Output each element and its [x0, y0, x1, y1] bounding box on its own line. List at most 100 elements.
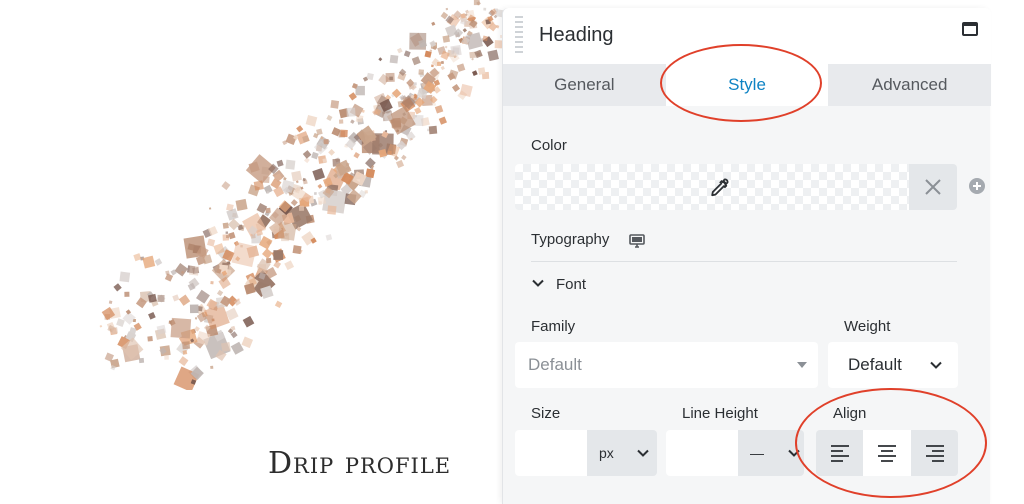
- particle: [221, 342, 231, 352]
- particle: [330, 99, 340, 109]
- particle: [235, 198, 248, 211]
- particle: [322, 158, 328, 163]
- heading-caption[interactable]: Drip profile: [268, 446, 451, 481]
- plus-icon[interactable]: [969, 178, 985, 194]
- particle: [262, 176, 270, 184]
- font-weight-value: Default: [848, 355, 902, 374]
- clear-color-button[interactable]: [909, 164, 957, 210]
- particle: [325, 234, 333, 241]
- particle: [178, 294, 191, 306]
- size-label: Size: [531, 405, 561, 422]
- particle: [178, 356, 189, 367]
- monitor-icon[interactable]: [629, 234, 645, 248]
- particle: [323, 139, 329, 145]
- color-picker-field[interactable]: [515, 164, 909, 210]
- window-icon[interactable]: [962, 22, 978, 36]
- particle: [473, 0, 480, 6]
- particle: [189, 304, 199, 314]
- particle: [340, 129, 348, 138]
- particle: [305, 114, 318, 127]
- particle: [113, 283, 122, 292]
- tab-style[interactable]: Style: [665, 64, 829, 106]
- particle: [108, 300, 113, 305]
- particle: [182, 341, 191, 350]
- particle: [274, 300, 283, 309]
- particle: [471, 57, 475, 61]
- particle: [414, 115, 418, 118]
- particle: [164, 355, 169, 360]
- particle: [111, 327, 119, 335]
- particle: [296, 125, 304, 133]
- particle: [365, 168, 376, 179]
- font-section-label[interactable]: Font: [556, 276, 586, 293]
- align-left-button[interactable]: [816, 430, 864, 476]
- particle: [165, 270, 170, 275]
- particle: [216, 289, 224, 297]
- line-height-input[interactable]: [666, 430, 738, 476]
- particle: [148, 311, 156, 320]
- particle: [241, 336, 254, 349]
- particle: [147, 336, 153, 342]
- line-height-unit-select[interactable]: —: [738, 430, 804, 476]
- align-center-button[interactable]: [863, 430, 911, 476]
- particle: [242, 315, 255, 328]
- heading-settings-panel: Heading General Style Advanced Color Typ…: [502, 8, 991, 504]
- align-right-button[interactable]: [910, 430, 958, 476]
- font-size-unit-select[interactable]: px: [587, 430, 657, 476]
- page-canvas: Drip profile: [0, 0, 512, 504]
- particle: [326, 114, 333, 122]
- particle: [157, 294, 165, 302]
- particle: [431, 21, 436, 26]
- eyedropper-icon[interactable]: [707, 176, 731, 200]
- particle: [210, 365, 214, 369]
- particle: [154, 258, 163, 266]
- tab-general[interactable]: General: [503, 64, 666, 106]
- particle: [366, 72, 374, 81]
- font-family-value: Default: [528, 355, 582, 374]
- particle: [172, 294, 180, 302]
- particle: [327, 205, 337, 215]
- particle: [456, 63, 466, 72]
- particle: [413, 82, 417, 86]
- particle: [265, 257, 272, 264]
- particle: [440, 11, 449, 20]
- particle: [403, 50, 411, 58]
- chevron-down-icon: [930, 361, 942, 369]
- particle: [444, 45, 448, 49]
- font-family-select[interactable]: Default: [515, 342, 818, 388]
- chevron-down-icon: [788, 449, 800, 457]
- line-height-unit: —: [750, 445, 764, 461]
- particle: [225, 231, 229, 234]
- particle: [311, 151, 319, 160]
- particle: [445, 7, 448, 11]
- panel-header: Heading: [503, 8, 991, 64]
- particle: [472, 70, 478, 76]
- section-divider: [531, 261, 957, 262]
- particle: [222, 222, 229, 229]
- close-icon: [925, 179, 941, 195]
- particle: [266, 191, 270, 194]
- drag-handle-icon[interactable]: [515, 16, 523, 56]
- particle: [228, 231, 236, 240]
- chevron-down-icon[interactable]: [531, 276, 545, 290]
- particle: [355, 85, 365, 96]
- tab-advanced[interactable]: Advanced: [828, 64, 991, 106]
- particle: [119, 271, 131, 283]
- chevron-down-icon: [637, 449, 649, 457]
- text-align-group: [816, 430, 958, 476]
- particle: [253, 180, 264, 191]
- family-label: Family: [531, 318, 576, 335]
- font-weight-select[interactable]: Default: [828, 342, 958, 388]
- particle: [386, 105, 416, 135]
- particle: [207, 238, 216, 247]
- align-left-icon: [831, 445, 849, 462]
- particle: [277, 221, 297, 241]
- caret-down-icon: [797, 362, 807, 368]
- particle: [256, 203, 268, 214]
- particle: [285, 159, 296, 170]
- particle: [318, 201, 322, 205]
- font-size-input[interactable]: [515, 430, 587, 476]
- particle: [317, 183, 323, 189]
- particle: [411, 56, 421, 66]
- particle: [302, 150, 312, 159]
